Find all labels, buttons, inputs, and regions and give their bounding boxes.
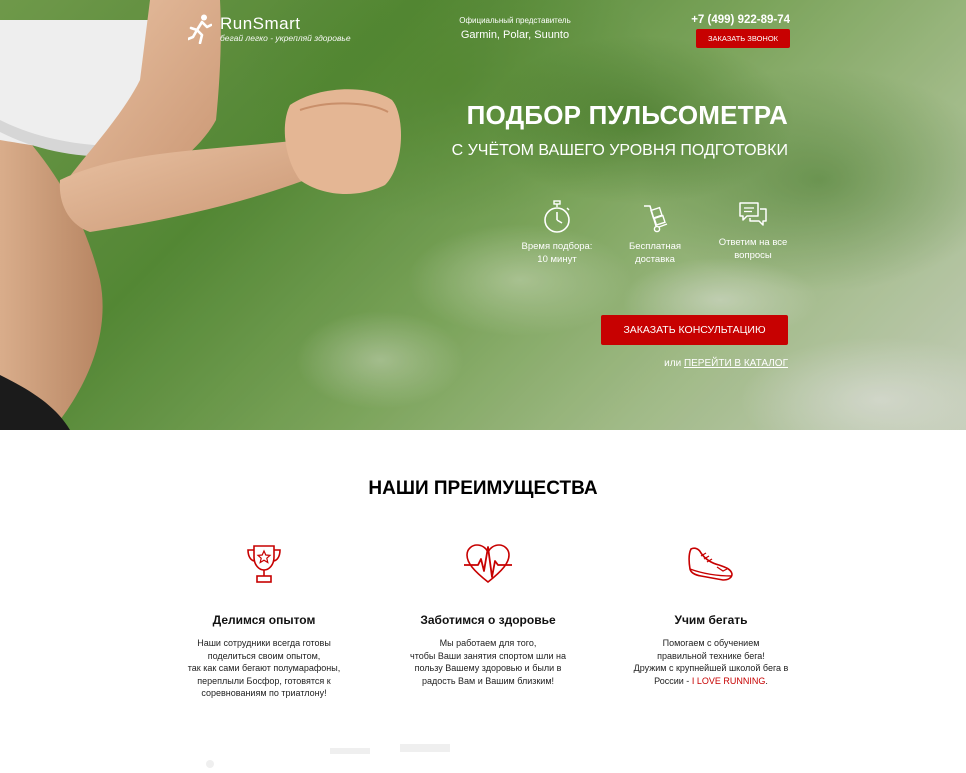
stopwatch-icon: [512, 200, 602, 234]
advantage-2-text: Мы работаем для того, чтобы Ваши занятия…: [410, 638, 566, 686]
chat-icon: [708, 200, 798, 230]
runner-logo-icon: [188, 14, 212, 44]
hero-subtitle: С УЧЁТОМ ВАШЕГО УРОВНЯ ПОДГОТОВКИ: [451, 142, 788, 159]
catalog-link[interactable]: ПЕРЕЙТИ В КАТАЛОГ: [684, 358, 788, 369]
dealer-brands: Garmin, Polar, Suunto: [460, 29, 570, 41]
advantage-3-text-end: .: [765, 675, 768, 686]
advantage-2-title: Заботимся о здоровье: [420, 613, 556, 627]
contact-block: +7 (499) 922-89-74 ЗАКАЗАТЬ ЗВОНОК: [678, 13, 790, 48]
trophy-icon: [169, 543, 359, 585]
advantage-experience: Делимся опытом Наши сотрудники всегда го…: [169, 543, 359, 700]
hero-content: RunSmart бегай легко - укрепляй здоровье…: [0, 0, 966, 430]
feature-3-line-2: вопросы: [734, 250, 772, 261]
sneaker-icon: [616, 543, 806, 585]
faded-decorative-icons: [206, 744, 450, 768]
feature-free-delivery: Бесплатная доставка: [610, 200, 700, 266]
phone-number[interactable]: +7 (499) 922-89-74: [678, 13, 790, 27]
catalog-link-row: или ПЕРЕЙТИ В КАТАЛОГ: [664, 357, 788, 370]
advantage-teaching: Учим бегать Помогаем с обучением правиль…: [616, 543, 806, 687]
logo[interactable]: RunSmart бегай легко - укрепляй здоровье: [188, 14, 351, 44]
feature-answers: Ответим на все вопросы: [708, 200, 798, 262]
advantage-1-title: Делимся опытом: [212, 613, 316, 627]
heart-pulse-icon: [393, 543, 583, 585]
or-label: или: [664, 358, 684, 369]
hero-section: RunSmart бегай легко - укрепляй здоровье…: [0, 0, 966, 430]
feature-selection-time: Время подбора: 10 минут: [512, 200, 602, 266]
dealer-label: Официальный представитель: [459, 16, 571, 25]
advantage-3-text: Помогаем с обучением правильной технике …: [616, 637, 806, 687]
advantage-health: Заботимся о здоровье Мы работаем для тог…: [393, 543, 583, 687]
i-love-running-link[interactable]: I LOVE RUNNING: [692, 676, 766, 686]
advantage-3-title: Учим бегать: [674, 613, 748, 627]
advantage-1-text: Наши сотрудники всегда готовы поделиться…: [187, 638, 341, 698]
feature-1-line-1: Время подбора:: [521, 241, 593, 252]
hero-title: ПОДБОР ПУЛЬСОМЕТРА: [466, 100, 788, 130]
feature-2-line-1: Бесплатная: [628, 241, 682, 252]
feature-2-line-2: доставка: [635, 254, 675, 265]
callback-button[interactable]: ЗАКАЗАТЬ ЗВОНОК: [696, 29, 790, 48]
feature-3-line-1: Ответим на все: [718, 237, 788, 248]
feature-1-line-2: 10 минут: [537, 254, 577, 265]
advantages-title: НАШИ ПРЕИМУЩЕСТВА: [368, 478, 598, 499]
hero-features: Время подбора: 10 минут Бесплатная доста…: [512, 200, 802, 280]
delivery-icon: [610, 200, 700, 234]
logo-subtitle: бегай легко - укрепляй здоровье: [220, 33, 351, 43]
logo-title: RunSmart: [220, 14, 301, 33]
order-consultation-button[interactable]: ЗАКАЗАТЬ КОНСУЛЬТАЦИЮ: [601, 315, 788, 345]
official-dealer-block: Официальный представитель Garmin, Polar,…: [449, 15, 581, 42]
